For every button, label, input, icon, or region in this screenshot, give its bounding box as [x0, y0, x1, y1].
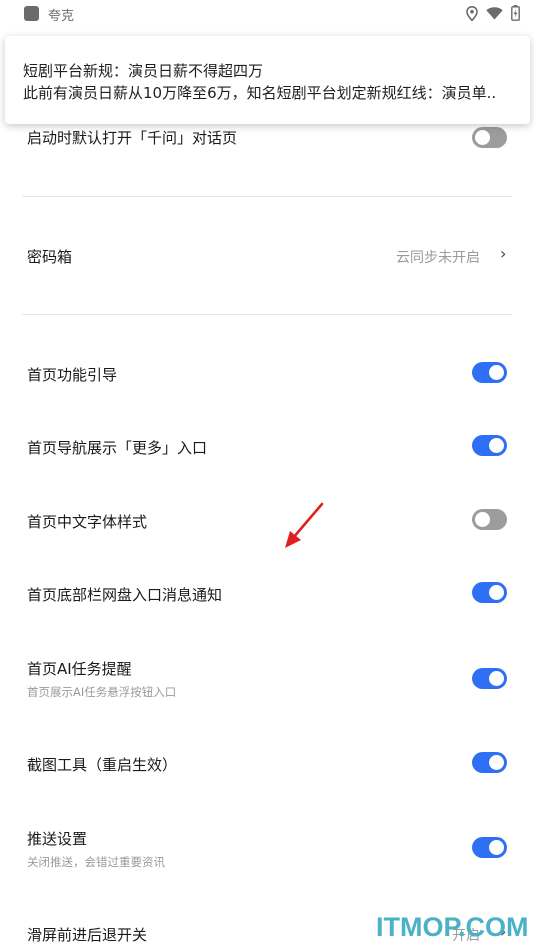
notification-title: 短剧平台新规：演员日薪不得超四万: [23, 62, 264, 80]
setting-label: 首页导航展示「更多」入口: [27, 439, 208, 457]
home-ai-task-toggle[interactable]: [472, 668, 507, 689]
toggle-knob: [489, 840, 504, 855]
toggle-knob: [489, 755, 504, 770]
open-qianwen-toggle[interactable]: [472, 127, 507, 148]
push-settings-toggle[interactable]: [472, 837, 507, 858]
status-bar: 夸克: [0, 0, 534, 28]
setting-label: 启动时默认打开「千问」对话页: [27, 129, 238, 147]
battery-icon: [511, 5, 520, 21]
home-netdisk-notice-toggle[interactable]: [472, 582, 507, 603]
setting-home-netdisk-notice[interactable]: 首页底部栏网盘入口消息通知: [0, 570, 534, 616]
setting-subtitle: 首页展示AI任务悬浮按钮入口: [27, 685, 177, 699]
setting-push[interactable]: 推送设置 关闭推送，会错过重要资讯: [0, 820, 534, 876]
toggle-knob: [489, 438, 504, 453]
divider: [22, 314, 512, 315]
watermark: ITMOP.COM: [376, 912, 529, 942]
home-font-style-toggle[interactable]: [472, 509, 507, 530]
toggle-knob: [475, 130, 490, 145]
setting-label: 密码箱: [27, 248, 73, 266]
setting-home-ai-task[interactable]: 首页AI任务提醒 首页展示AI任务悬浮按钮入口: [0, 650, 534, 706]
screenshot-tool-toggle[interactable]: [472, 752, 507, 773]
home-guide-toggle[interactable]: [472, 362, 507, 383]
toggle-knob: [489, 365, 504, 380]
setting-label: 首页AI任务提醒: [27, 660, 132, 678]
divider: [22, 196, 512, 197]
chevron-right-icon: ›: [500, 244, 507, 263]
status-icons: [466, 5, 520, 21]
setting-label: 首页底部栏网盘入口消息通知: [27, 586, 223, 604]
toggle-knob: [475, 512, 490, 527]
setting-password-box[interactable]: 密码箱 云同步未开启 ›: [0, 230, 534, 280]
notification-body: 此前有演员日薪从10万降至6万，知名短剧平台划定新规红线：演员单..: [23, 84, 497, 102]
setting-label: 首页功能引导: [27, 366, 118, 384]
setting-screenshot-tool[interactable]: 截图工具（重启生效）: [0, 740, 534, 786]
setting-home-nav-more[interactable]: 首页导航展示「更多」入口: [0, 424, 534, 470]
location-icon: [466, 5, 478, 21]
status-app-name: 夸克: [48, 9, 75, 24]
setting-subtitle: 关闭推送，会错过重要资讯: [27, 855, 165, 869]
annotation-arrow-icon: [285, 502, 324, 548]
wifi-icon: [486, 6, 503, 19]
toggle-knob: [489, 585, 504, 600]
password-box-status: 云同步未开启: [396, 250, 480, 266]
setting-home-font-style[interactable]: 首页中文字体样式: [0, 497, 534, 543]
setting-home-guide[interactable]: 首页功能引导: [0, 350, 534, 396]
setting-label: 滑屏前进后退开关: [27, 926, 148, 944]
toggle-knob: [489, 671, 504, 686]
home-nav-more-toggle[interactable]: [472, 435, 507, 456]
setting-label: 首页中文字体样式: [27, 513, 148, 531]
setting-label: 推送设置: [27, 830, 88, 848]
app-icon: [24, 6, 39, 21]
news-notification[interactable]: 短剧平台新规：演员日薪不得超四万 此前有演员日薪从10万降至6万，知名短剧平台划…: [5, 36, 530, 124]
setting-label: 截图工具（重启生效）: [27, 756, 178, 774]
